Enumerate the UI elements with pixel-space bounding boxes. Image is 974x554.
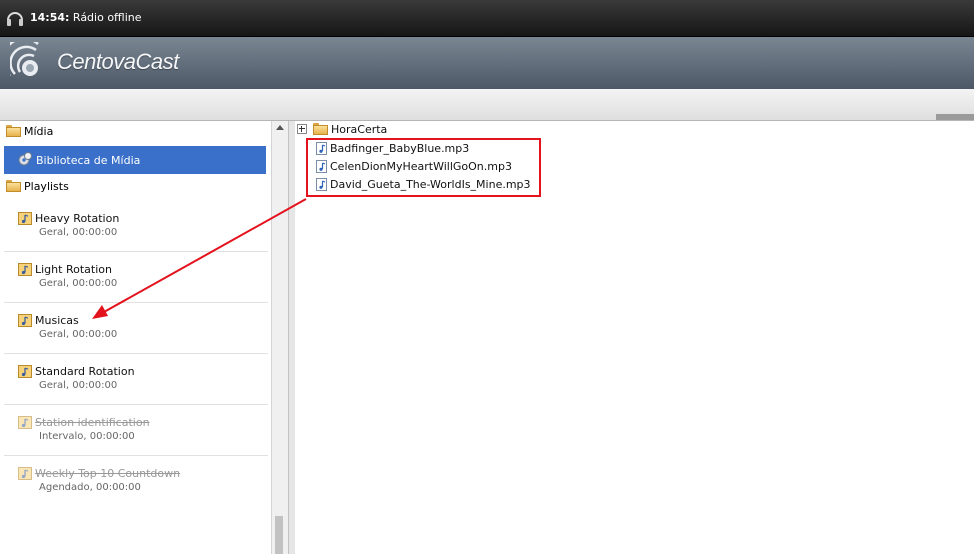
brand-name: CentovaCast <box>57 49 179 74</box>
radio-status: 14:54: Rádio offline <box>30 11 142 24</box>
media-library-label: Biblioteca de Mídia <box>36 154 141 167</box>
playlist-icon <box>18 314 32 327</box>
playlist-meta: Geral, 00:00:00 <box>39 329 118 340</box>
playlist-meta: Geral, 00:00:00 <box>39 380 118 391</box>
headset-icon <box>7 12 23 26</box>
playlist-name: Musicas <box>35 314 79 327</box>
folder-horacerta[interactable]: HoraCerta <box>331 123 387 136</box>
playlist-icon <box>18 467 32 480</box>
playlist-icon <box>18 263 32 276</box>
scrollbar-thumb[interactable] <box>275 516 283 554</box>
centovacast-logo-icon <box>10 42 39 76</box>
playlist-name: Standard Rotation <box>35 365 135 378</box>
scroll-up-icon[interactable] <box>276 125 284 130</box>
media-library-icon <box>18 152 32 166</box>
playlist-meta: Geral, 00:00:00 <box>39 278 118 289</box>
sidebar-scrollbar[interactable] <box>271 121 288 554</box>
playlist-meta: Intervalo, 00:00:00 <box>39 431 135 442</box>
playlist-row[interactable]: Heavy Rotation Geral, 00:00:00 <box>4 201 268 252</box>
playlist-icon <box>18 365 32 378</box>
playlist-name: Station identification <box>35 416 150 429</box>
status-bar: 14:54: Rádio offline <box>0 0 974 37</box>
status-time: 14:54: <box>30 11 70 24</box>
toolbar <box>0 89 974 121</box>
playlist-row[interactable]: Standard Rotation Geral, 00:00:00 <box>4 354 268 405</box>
sidebar-item-media-library[interactable]: Biblioteca de Mídia <box>4 146 266 174</box>
media-section-label[interactable]: Mídia <box>24 125 53 138</box>
playlist-name: Heavy Rotation <box>35 212 120 225</box>
playlists-folder-icon <box>6 180 21 192</box>
playlist-meta: Agendado, 00:00:00 <box>39 482 141 493</box>
playlist-name: Light Rotation <box>35 263 112 276</box>
expand-icon[interactable] <box>297 124 307 134</box>
playlists-section-label[interactable]: Playlists <box>24 180 69 193</box>
playlist-name: Weekly Top 10 Countdown <box>35 467 181 480</box>
folder-icon <box>6 125 21 137</box>
annotation-box <box>306 138 541 197</box>
playlist-icon <box>18 416 32 429</box>
playlist-row[interactable]: Weekly Top 10 Countdown Agendado, 00:00:… <box>4 456 268 506</box>
playlist-row[interactable]: Station identification Intervalo, 00:00:… <box>4 405 268 456</box>
status-text: Rádio offline <box>69 11 142 24</box>
playlist-row[interactable]: Light Rotation Geral, 00:00:00 <box>4 252 268 303</box>
folder-icon <box>313 123 328 135</box>
playlist-row[interactable]: Musicas Geral, 00:00:00 <box>4 303 268 354</box>
toolbar-edge <box>936 114 974 120</box>
playlist-icon <box>18 212 32 225</box>
playlist-meta: Geral, 00:00:00 <box>39 227 118 238</box>
